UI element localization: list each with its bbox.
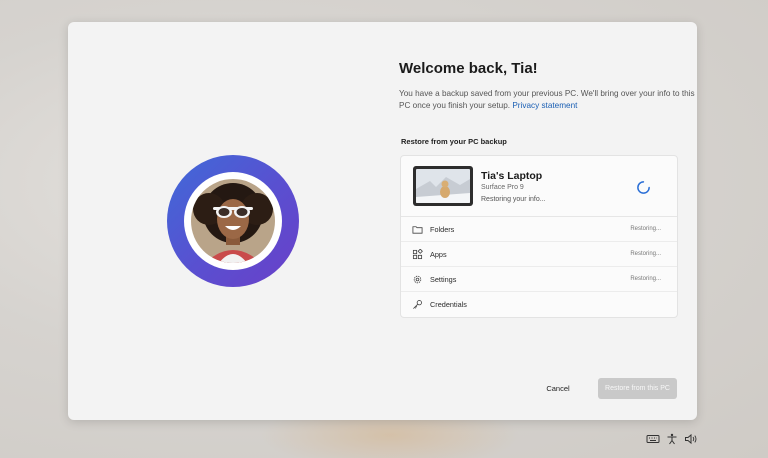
device-row: Tia's Laptop Surface Pro 9 Restoring you… — [401, 156, 677, 217]
page-description: You have a backup saved from your previo… — [399, 88, 695, 112]
folder-icon — [412, 226, 423, 234]
progress-spinner-icon — [637, 181, 650, 194]
device-status: Restoring your info... — [481, 196, 546, 203]
keyboard-icon[interactable] — [646, 433, 660, 445]
avatar-photo — [191, 179, 275, 263]
apps-icon — [412, 249, 423, 260]
accessibility-icon[interactable] — [666, 433, 678, 445]
backup-item-folders: Folders Restoring... — [401, 217, 677, 242]
backup-item-label: Apps — [430, 250, 447, 259]
backup-item-status: Restoring... — [630, 276, 661, 282]
backup-item-status: Restoring... — [630, 226, 661, 232]
backup-item-label: Folders — [430, 225, 455, 234]
volume-icon[interactable] — [684, 433, 698, 445]
avatar — [167, 155, 299, 287]
backup-item-label: Settings — [430, 275, 457, 284]
device-name: Tia's Laptop — [481, 170, 543, 182]
restore-from-this-pc-button[interactable]: Restore from this PC — [598, 378, 677, 399]
oobe-dialog: Welcome back, Tia! You have a backup sav… — [68, 22, 697, 420]
cancel-button[interactable]: Cancel — [537, 380, 579, 398]
device-model: Surface Pro 9 — [481, 184, 524, 191]
page-title: Welcome back, Tia! — [399, 60, 538, 77]
backup-item-apps: Apps Restoring... — [401, 242, 677, 267]
backup-card: Tia's Laptop Surface Pro 9 Restoring you… — [400, 155, 678, 318]
backup-item-status: Restoring... — [630, 251, 661, 257]
backup-item-label: Credentials — [430, 300, 467, 309]
gear-icon — [413, 275, 422, 284]
privacy-statement-link[interactable]: Privacy statement — [512, 101, 577, 110]
device-thumbnail — [413, 166, 473, 206]
section-label: Restore from your PC backup — [401, 137, 507, 146]
key-icon — [413, 300, 422, 309]
backup-item-settings: Settings Restoring... — [401, 267, 677, 292]
backup-item-credentials: Credentials — [401, 292, 677, 317]
